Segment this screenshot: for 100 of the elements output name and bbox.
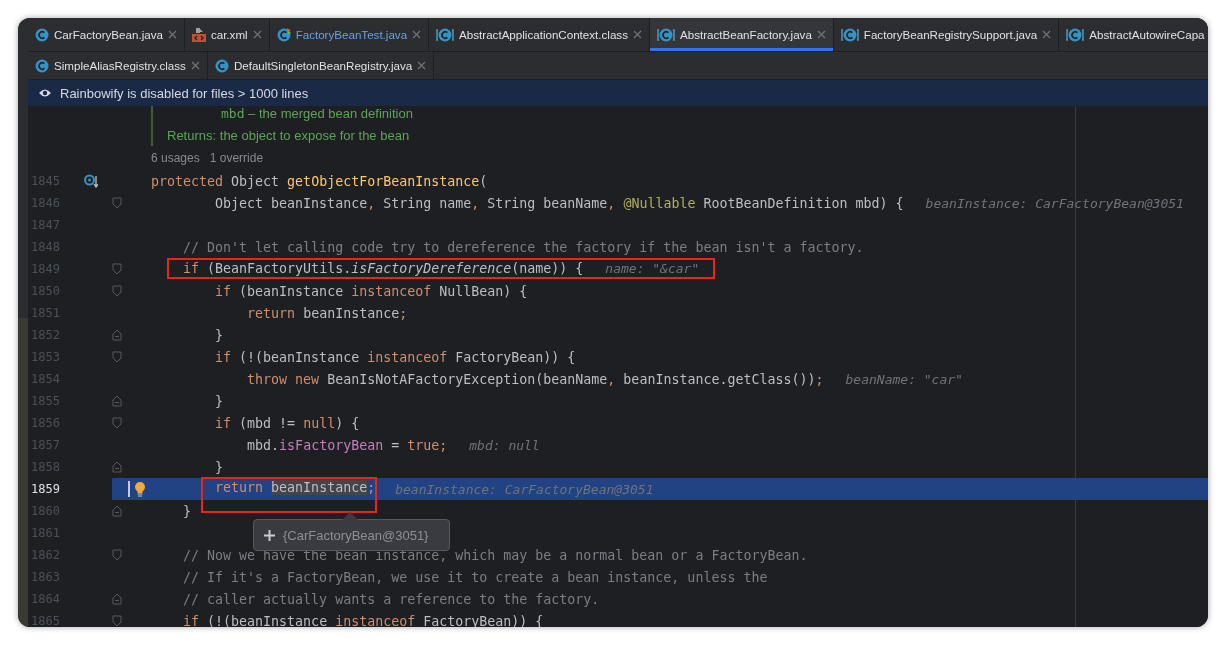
plus-icon[interactable] <box>264 529 275 541</box>
code-token: String name <box>382 195 472 211</box>
code-token: = <box>390 437 401 453</box>
close-icon[interactable] <box>412 30 422 39</box>
code-token: RootBeanDefinition mbd) { <box>702 195 904 211</box>
code-comment: // Now we have the bean instance, which may be a normal bean or a FactoryBean. <box>183 547 808 563</box>
code-comment: // caller actually wants a reference to the factory. <box>183 591 600 607</box>
code-token: } <box>183 503 192 519</box>
close-icon[interactable] <box>1042 30 1052 39</box>
text-caret <box>128 481 130 497</box>
code-token: } <box>215 327 224 343</box>
class-icon <box>214 58 229 73</box>
usage-hint[interactable]: 6 usages <box>151 151 200 165</box>
line-number: 1859 <box>30 482 61 496</box>
code-token: Object beanInstance <box>215 195 368 211</box>
code-token: , <box>607 371 616 387</box>
close-icon[interactable] <box>632 30 642 39</box>
fold-end-icon[interactable] <box>112 395 122 407</box>
code-token: (BeanFactoryUtils. <box>206 261 352 276</box>
fold-icon[interactable] <box>112 417 122 429</box>
class-icon <box>1066 27 1085 42</box>
fold-end-icon[interactable] <box>112 329 122 341</box>
code-token: if <box>215 283 232 299</box>
inline-value-hint: name: "&car" <box>605 261 700 276</box>
class-icon <box>656 27 675 42</box>
code-token: beanInstance.getClass()) <box>622 371 816 387</box>
code-comment: // Don't let calling code try to dereference the factory if the bean isn't a factory. <box>183 239 864 255</box>
code-token: , <box>367 195 376 211</box>
code-token: if <box>215 415 232 431</box>
code-token: NullBean) { <box>438 283 528 299</box>
code-token: beanInstance <box>271 480 368 495</box>
class-icon <box>35 27 49 42</box>
code-token: instanceof <box>351 283 432 299</box>
fold-end-icon[interactable] <box>112 593 122 605</box>
code-token: null <box>303 415 336 431</box>
code-token: FactoryBean)) { <box>454 349 576 365</box>
code-token: ; <box>399 305 408 321</box>
lightbulb-icon[interactable] <box>134 481 146 497</box>
code-token: beanInstance <box>302 305 400 321</box>
code-token: ) { <box>335 415 360 431</box>
fold-icon[interactable] <box>112 549 122 561</box>
fold-icon[interactable] <box>112 615 122 627</box>
code-token: } <box>215 393 224 409</box>
code-token: ; <box>367 480 376 495</box>
fold-end-icon[interactable] <box>112 505 122 517</box>
code-token: instanceof <box>367 349 448 365</box>
fold-icon[interactable] <box>112 263 122 275</box>
code-token: String beanName <box>486 195 608 211</box>
editor-tab[interactable]: CarFactoryBean.java <box>28 18 185 51</box>
fold-end-icon[interactable] <box>112 461 122 473</box>
editor-tab[interactable]: AbstractBeanFactory.java <box>649 18 834 51</box>
class-icon <box>276 27 291 42</box>
class-icon <box>35 58 49 73</box>
fold-icon[interactable] <box>112 285 122 297</box>
code-token: (!(beanInstance <box>206 613 329 627</box>
code-token: true; <box>407 437 448 453</box>
class-icon <box>840 27 859 42</box>
inline-value-hint: beanInstance: CarFactoryBean@3051 <box>395 481 654 497</box>
code-token: instanceof <box>335 613 416 627</box>
code-token: isFactoryBean <box>279 437 384 453</box>
code-token: (beanInstance <box>238 283 345 299</box>
code-token: if <box>215 349 232 365</box>
code-token: return <box>215 480 265 495</box>
inline-value-hint: beanName: "car" <box>845 371 963 387</box>
code-token: isFactoryDereference <box>351 261 512 276</box>
code-token: (!(beanInstance <box>238 349 361 365</box>
code-token: (name)) { <box>511 261 584 276</box>
code-token: } <box>215 459 224 475</box>
code-token: if <box>183 261 200 276</box>
tooltip-value: {CarFactoryBean@3051} <box>283 527 429 543</box>
code-token: BeanIsNotAFactoryException(beanName <box>326 371 608 387</box>
override-icon[interactable] <box>84 174 98 188</box>
code-token: @Nullable <box>622 195 696 211</box>
banner-text: Rainbowify is disabled for files > 1000 lines <box>60 85 309 101</box>
class-icon <box>436 27 455 42</box>
fold-icon[interactable] <box>112 351 122 363</box>
doc-returns: Returns: the object to expose for the bean <box>167 127 411 143</box>
code-token: Object <box>230 173 281 189</box>
close-icon[interactable] <box>252 30 262 39</box>
inline-value-hint: mbd: null <box>469 437 540 453</box>
close-icon[interactable] <box>816 30 826 39</box>
code-token: throw new <box>247 371 320 387</box>
code-token: ; <box>815 371 824 387</box>
eye-icon <box>38 88 52 98</box>
close-icon[interactable] <box>417 61 427 70</box>
fold-icon[interactable] <box>112 197 122 209</box>
code-comment: // If it's a FactoryBean, we use it to create a bean instance, unless the <box>183 569 768 585</box>
code-token: (mbd != <box>238 415 297 431</box>
xml-file-icon <box>191 27 206 42</box>
code-token: ( <box>479 173 488 189</box>
code-token: , <box>607 195 616 211</box>
code-token: mbd. <box>247 437 280 453</box>
code-token: , <box>471 195 480 211</box>
close-icon[interactable] <box>190 61 200 70</box>
doc-param: mbd – the merged bean definition <box>220 106 414 121</box>
code-token: return <box>247 305 296 321</box>
usage-hint[interactable]: 1 override <box>209 151 264 165</box>
code-token: protected <box>151 173 224 189</box>
close-icon[interactable] <box>167 30 177 39</box>
code-token: getObjectForBeanInstance <box>287 173 480 189</box>
